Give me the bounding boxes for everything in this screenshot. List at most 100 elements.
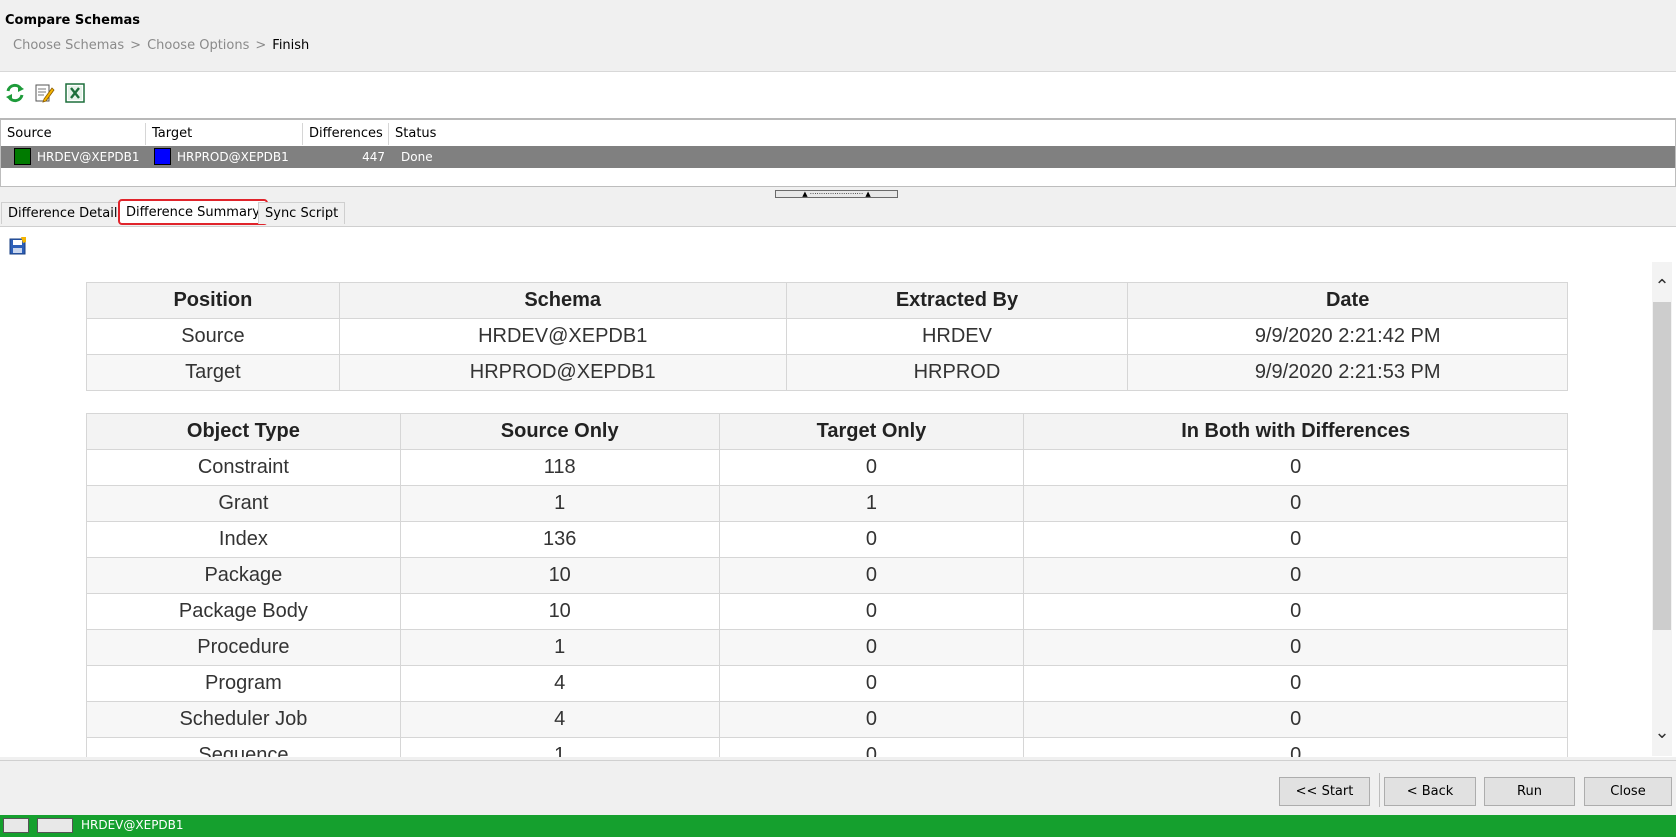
source-color-swatch xyxy=(14,148,31,165)
save-icon[interactable] xyxy=(9,237,27,255)
scroll-down-icon[interactable]: ⌄ xyxy=(1652,722,1672,744)
table-row: Constraint 118 0 0 xyxy=(86,449,1568,486)
table-cell: HRPROD xyxy=(785,354,1129,391)
differences-cell: 447 xyxy=(362,150,385,164)
table-cell: HRDEV xyxy=(785,318,1129,355)
table-cell: 10 xyxy=(399,557,720,594)
table-cell: 0 xyxy=(718,593,1025,630)
table-row: Sequence 1 0 0 xyxy=(86,737,1568,757)
run-button[interactable]: Run xyxy=(1484,777,1575,806)
table-cell: 4 xyxy=(399,701,720,738)
table-cell: 0 xyxy=(718,557,1025,594)
excel-icon[interactable] xyxy=(64,82,86,104)
table-cell: 9/9/2020 2:21:53 PM xyxy=(1127,354,1568,391)
page-title: Compare Schemas xyxy=(5,13,141,28)
table-cell: Sequence xyxy=(86,737,401,757)
breadcrumb-choose-schemas[interactable]: Choose Schemas xyxy=(13,38,124,53)
table-cell: Grant xyxy=(86,485,401,522)
table-cell: 0 xyxy=(1023,557,1568,594)
header-object-type: Object Type xyxy=(86,413,401,450)
table-cell: Package xyxy=(86,557,401,594)
clock-icon[interactable] xyxy=(37,818,73,833)
table-cell: Procedure xyxy=(86,629,401,666)
column-header-differences[interactable]: Differences xyxy=(303,123,389,145)
header-source-only: Source Only xyxy=(399,413,720,450)
breadcrumb: Choose Schemas > Choose Options > Finish xyxy=(13,38,309,53)
refresh-icon[interactable] xyxy=(4,82,26,104)
column-header-target[interactable]: Target xyxy=(146,123,303,145)
table-cell: 0 xyxy=(718,737,1025,757)
target-name: HRPROD@XEPDB1 xyxy=(177,150,289,164)
table-cell: 0 xyxy=(1023,449,1568,486)
table-cell: Program xyxy=(86,665,401,702)
position-table: Position Schema Extracted By Date Source… xyxy=(86,282,1568,391)
table-cell: 0 xyxy=(1023,737,1568,757)
position-table-header: Position Schema Extracted By Date xyxy=(86,282,1568,319)
tab-strip: Difference Details Difference Summary Sy… xyxy=(0,199,1676,227)
wizard-footer: << Start < Back Run Close xyxy=(0,760,1676,815)
start-button[interactable]: << Start xyxy=(1279,777,1370,806)
table-row: Index 136 0 0 xyxy=(86,521,1568,558)
breadcrumb-choose-options[interactable]: Choose Options xyxy=(147,38,249,53)
breadcrumb-finish: Finish xyxy=(272,38,310,53)
table-cell: HRDEV@XEPDB1 xyxy=(338,318,787,355)
scrollbar-thumb[interactable] xyxy=(1653,302,1671,630)
table-cell: HRPROD@XEPDB1 xyxy=(338,354,787,391)
breadcrumb-separator: > xyxy=(130,38,142,53)
table-cell: 0 xyxy=(1023,629,1568,666)
table-row: Target HRPROD@XEPDB1 HRPROD 9/9/2020 2:2… xyxy=(86,354,1568,391)
breadcrumb-separator: > xyxy=(255,38,267,53)
button-divider xyxy=(1379,773,1380,807)
back-button[interactable]: < Back xyxy=(1384,777,1476,806)
object-type-table: Object Type Source Only Target Only In B… xyxy=(86,413,1568,757)
header-target-only: Target Only xyxy=(718,413,1025,450)
table-cell: 0 xyxy=(718,629,1025,666)
table-row: Program 4 0 0 xyxy=(86,665,1568,702)
tab-difference-details[interactable]: Difference Details xyxy=(1,202,132,224)
table-cell: 1 xyxy=(399,737,720,757)
comparison-row[interactable]: HRDEV@XEPDB1 HRPROD@XEPDB1 447 Done xyxy=(1,146,1675,168)
table-cell: 0 xyxy=(718,701,1025,738)
column-header-source[interactable]: Source xyxy=(1,123,146,145)
comparison-grid: Source Target Differences Status HRDEV@X… xyxy=(0,120,1676,187)
tab-sync-script[interactable]: Sync Script xyxy=(258,202,346,224)
header-schema: Schema xyxy=(338,282,787,319)
table-cell: 0 xyxy=(718,449,1025,486)
table-cell: 1 xyxy=(399,485,720,522)
session-icon[interactable] xyxy=(3,818,29,833)
table-cell: 10 xyxy=(399,593,720,630)
scroll-up-icon[interactable]: ⌃ xyxy=(1652,276,1672,298)
summary-panel: Position Schema Extracted By Date Source… xyxy=(0,226,1676,757)
table-cell: 0 xyxy=(1023,521,1568,558)
table-cell: 1 xyxy=(399,629,720,666)
table-cell: Constraint xyxy=(86,449,401,486)
edit-icon[interactable] xyxy=(33,82,55,104)
splitter-handle[interactable]: ▲ ························ ▲ xyxy=(775,190,898,198)
table-cell: 136 xyxy=(399,521,720,558)
table-cell: 1 xyxy=(718,485,1025,522)
table-row: Package 10 0 0 xyxy=(86,557,1568,594)
table-row: Source HRDEV@XEPDB1 HRDEV 9/9/2020 2:21:… xyxy=(86,318,1568,355)
table-cell: 118 xyxy=(399,449,720,486)
table-cell: Index xyxy=(86,521,401,558)
table-cell: 0 xyxy=(1023,665,1568,702)
status-bar: HRDEV@XEPDB1 xyxy=(0,815,1676,837)
header-extracted-by: Extracted By xyxy=(785,282,1129,319)
target-cell: HRPROD@XEPDB1 xyxy=(154,146,289,168)
toolbar xyxy=(0,72,1676,120)
target-color-swatch xyxy=(154,148,171,165)
table-cell: 0 xyxy=(718,521,1025,558)
connection-label: HRDEV@XEPDB1 xyxy=(81,818,184,832)
tab-difference-summary[interactable]: Difference Summary xyxy=(118,199,268,225)
table-row: Procedure 1 0 0 xyxy=(86,629,1568,666)
table-cell: 4 xyxy=(399,665,720,702)
header-in-both: In Both with Differences xyxy=(1023,413,1568,450)
close-button[interactable]: Close xyxy=(1584,777,1672,806)
table-cell: 0 xyxy=(1023,593,1568,630)
table-cell: 0 xyxy=(718,665,1025,702)
table-row: Grant 1 1 0 xyxy=(86,485,1568,522)
table-row: Package Body 10 0 0 xyxy=(86,593,1568,630)
table-cell: Scheduler Job xyxy=(86,701,401,738)
column-header-status[interactable]: Status xyxy=(389,123,509,145)
source-name: HRDEV@XEPDB1 xyxy=(37,150,140,164)
